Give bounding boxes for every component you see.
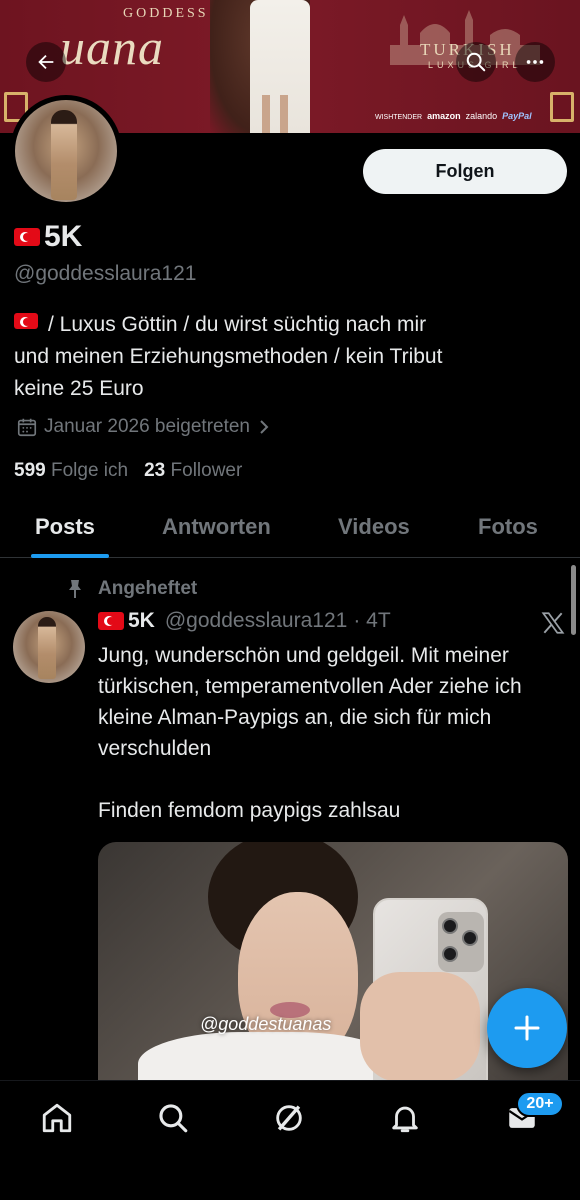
sponsor-zalando: zalando <box>465 111 498 121</box>
calendar-icon <box>17 418 37 437</box>
banner-model-legs <box>262 95 270 133</box>
profile-bio: / Luxus Göttin / du wirst süchtig nach m… <box>14 309 570 405</box>
notifications-icon[interactable] <box>388 1101 422 1135</box>
pinned-text: Angeheftet <box>98 578 198 599</box>
search-icon[interactable] <box>156 1101 190 1135</box>
sponsor-wishtender: WISHTENDER <box>375 114 423 121</box>
plus-icon <box>514 1015 540 1041</box>
tweet-time[interactable]: · 4T <box>353 609 390 633</box>
messages-badge: 20+ <box>516 1091 564 1117</box>
profile-stats: 599 Folge ich 23 Follower <box>14 460 242 482</box>
x-logo-icon[interactable] <box>540 610 566 636</box>
followers-count: 23 <box>144 460 166 481</box>
following-count: 599 <box>14 460 46 481</box>
profile-tabs: Posts Antworten Videos Fotos <box>0 500 580 558</box>
arrow-left-icon <box>38 54 54 70</box>
tweet-author-handle[interactable]: @goddesslaura121 <box>165 609 347 633</box>
following-link[interactable]: 599 Folge ich <box>14 460 128 482</box>
phone-camera <box>438 912 484 972</box>
display-name-text: 5K <box>44 220 83 253</box>
tab-replies[interactable]: Antworten <box>162 514 271 540</box>
grok-icon[interactable] <box>272 1101 306 1135</box>
following-label: Folge ich <box>50 460 129 481</box>
more-horizontal-icon <box>526 60 544 64</box>
profile-handle: @goddesslaura121 <box>14 262 197 285</box>
followers-link[interactable]: 23 Follower <box>144 460 242 482</box>
search-icon <box>466 52 486 72</box>
tab-videos[interactable]: Videos <box>338 514 410 540</box>
banner-model-dress <box>250 0 310 133</box>
turkey-flag-icon <box>14 313 38 329</box>
bottom-navigation <box>0 1080 580 1200</box>
sponsor-paypal: PayPal <box>502 111 532 121</box>
tab-posts[interactable]: Posts <box>35 514 95 540</box>
profile-avatar[interactable] <box>10 95 122 207</box>
image-fur-collar <box>138 1032 398 1082</box>
scrollbar-thumb[interactable] <box>571 565 576 635</box>
joined-date-text: Januar 2026 beigetreten <box>44 416 250 437</box>
followers-label: Follower <box>170 460 243 481</box>
avatar-photo-figure <box>38 617 56 679</box>
bio-line-1: / Luxus Göttin / du wirst süchtig nach m… <box>48 313 427 336</box>
search-button[interactable] <box>456 42 496 82</box>
follow-button[interactable]: Folgen <box>363 149 567 194</box>
turkey-flag-icon <box>98 612 124 630</box>
tweet-header: 5K @goddesslaura121 · 4T <box>98 609 391 633</box>
pinned-label: Angeheftet <box>66 578 197 600</box>
bio-line-3: keine 25 Euro <box>14 377 144 400</box>
back-button[interactable] <box>26 42 66 82</box>
joined-date-row[interactable]: Januar 2026 beigetreten <box>16 416 272 438</box>
image-watermark: @goddestuanas <box>200 1014 332 1034</box>
compose-button[interactable] <box>487 988 567 1068</box>
tweet-author-avatar[interactable] <box>13 611 85 683</box>
active-tab-indicator <box>31 554 109 558</box>
avatar-photo-figure <box>51 110 77 200</box>
tweet-author-name[interactable]: 5K <box>128 609 155 633</box>
image-hand <box>360 972 480 1082</box>
banner-ornament-right <box>550 92 574 122</box>
banner-brand-logo: uana <box>60 19 164 75</box>
sponsor-amazon: amazon <box>427 111 461 121</box>
pin-icon <box>69 580 81 598</box>
chevron-right-icon <box>260 420 269 434</box>
tweet-text: Jung, wunderschön und geldgeil. Mit mein… <box>98 644 522 822</box>
profile-display-name: 5K <box>14 220 82 254</box>
banner-sponsor-list: WISHTENDER amazon zalando PayPal <box>375 111 532 121</box>
more-button[interactable] <box>515 42 555 82</box>
home-icon[interactable] <box>40 1101 74 1135</box>
turkey-flag-icon <box>14 228 40 246</box>
bio-line-2: und meinen Erziehungsmethoden / kein Tri… <box>14 345 443 368</box>
tab-photos[interactable]: Fotos <box>478 514 538 540</box>
